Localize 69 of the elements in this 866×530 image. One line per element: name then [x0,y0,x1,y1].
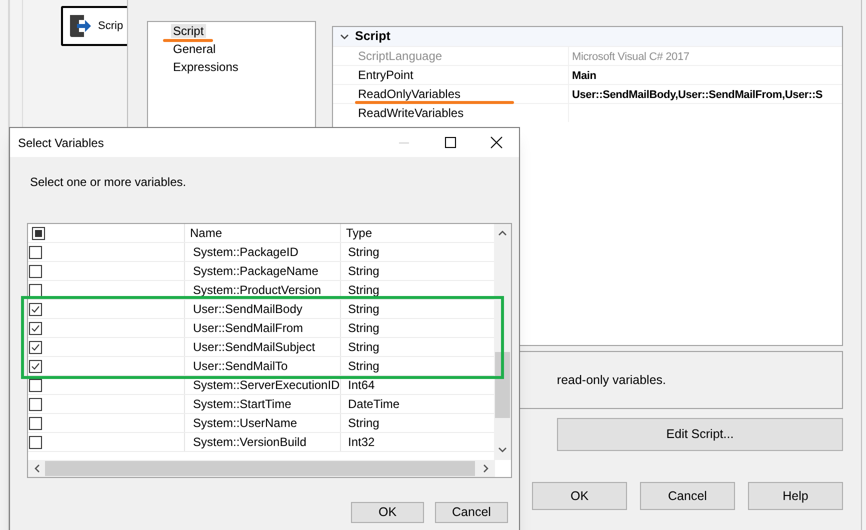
dialog-button[interactable]: Cancel [640,482,735,510]
scrollbar-thumb[interactable] [495,352,510,418]
description-text: read-only variables. [556,372,666,389]
prompt-text: Select one or more variables. [30,174,188,191]
table-cell: User::SendMailSubject [185,338,341,356]
table-cell-text: String [347,263,380,280]
table-cell: User::SendMailFrom [185,319,341,337]
table-cell-text: String [347,282,380,299]
table-cell-text: String [347,301,380,318]
scroll-right-icon[interactable] [483,464,489,473]
checkbox[interactable] [29,322,42,334]
table-cell: System::PackageName [185,262,341,280]
checkbox[interactable] [29,360,42,372]
dialog-button[interactable]: OK [351,502,424,523]
scroll-down-icon[interactable] [498,447,507,453]
checkbox[interactable] [29,416,42,430]
page-item[interactable]: Script [171,24,206,38]
vertical-scrollbar[interactable] [494,224,511,460]
page-item[interactable]: Expressions [171,60,240,74]
column-header[interactable]: Type [341,224,495,242]
horizontal-scrollbar[interactable] [28,460,495,477]
property-name: ReadWriteVariables [358,106,464,120]
table-cell-text: DateTime [347,396,401,413]
table-cell: System::StartTime [185,395,341,413]
property-name: ScriptLanguage [358,49,442,63]
task-label: Scrip [98,18,124,34]
property-name: ReadOnlyVariables [358,87,460,101]
task-node[interactable]: Scrip [61,6,127,46]
script-task-icon [68,13,94,39]
checkbox[interactable] [29,302,42,316]
property-name: EntryPoint [358,68,414,82]
checkbox[interactable] [29,340,42,354]
property-value: Main [572,70,596,82]
highlight-underline [163,39,213,42]
page-item[interactable]: General [171,42,218,56]
dialog-button[interactable]: Help [748,482,843,510]
property-value: Microsoft Visual C# 2017 [572,51,690,63]
edit-script-button[interactable]: Edit Script... [557,418,843,451]
table-cell: System::VersionBuild [185,433,341,451]
table-cell: System::PackageID [185,243,341,261]
table-cell-text: String [347,358,380,375]
checkbox[interactable] [29,398,42,410]
table-cell: User::SendMailBody [185,300,341,318]
dialog-button[interactable]: OK [532,482,627,510]
scrollbar-thumb[interactable] [45,461,475,476]
checkbox[interactable] [29,246,42,258]
table-cell: System::UserName [185,414,341,432]
table-cell-text: String [347,415,380,432]
section-title: Script [355,28,390,46]
scroll-left-icon[interactable] [34,464,40,473]
checkbox[interactable] [32,226,45,240]
checkbox[interactable] [29,436,42,448]
column-header[interactable]: Name [185,224,341,242]
table-cell-text: Int32 [347,434,376,451]
property-value: User::SendMailBody,User::SendMailFrom,User::S [572,89,823,101]
dialog-title: Select Variables [18,134,105,152]
checkbox[interactable] [29,378,42,392]
collapse-chevron-icon[interactable] [340,34,348,40]
dialog-button[interactable]: Cancel [435,502,508,523]
table-cell: System::ServerExecutionID [185,376,341,394]
checkbox[interactable] [29,264,42,278]
table-cell-text: String [347,244,380,261]
table-cell: User::SendMailTo [185,357,341,375]
checkbox[interactable] [29,284,42,296]
table-cell: System::ProductVersion [185,281,341,299]
table-cell-text: String [347,339,380,356]
scroll-up-icon[interactable] [498,230,507,236]
table-cell-text: String [347,320,380,337]
table-cell-text: Int64 [347,377,376,394]
